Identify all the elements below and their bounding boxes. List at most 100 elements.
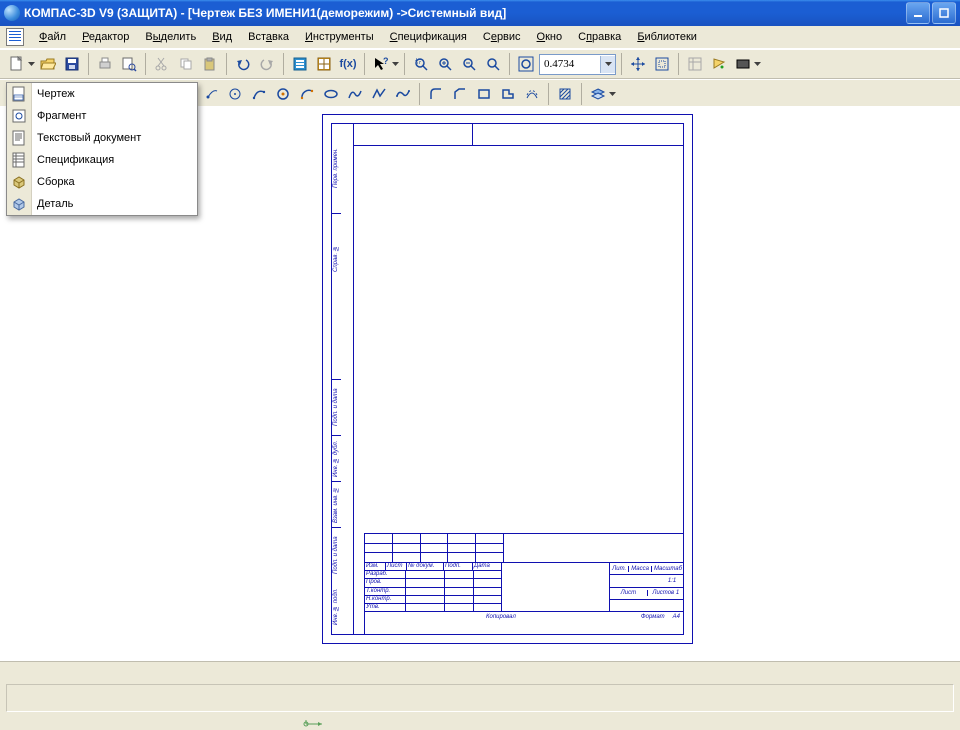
print-button[interactable] bbox=[94, 53, 116, 75]
maximize-button[interactable] bbox=[932, 2, 956, 24]
minimize-button[interactable] bbox=[906, 2, 930, 24]
menu-bar: Файл Редактор Выделить Вид Вставка Инстр… bbox=[0, 26, 960, 49]
sidecell-a: Перв. примен. bbox=[331, 123, 341, 213]
zoom-value-dropdown[interactable] bbox=[600, 56, 615, 73]
zoom-window-button[interactable] bbox=[410, 53, 432, 75]
status-bar bbox=[0, 661, 960, 720]
display-mode-dropdown[interactable] bbox=[754, 53, 761, 75]
menu-window-label: кно bbox=[545, 31, 562, 43]
redraw-button[interactable] bbox=[684, 53, 706, 75]
new-drawing-label: Чертеж bbox=[37, 88, 75, 100]
new-assembly-item[interactable]: Сборка bbox=[7, 171, 197, 193]
new-doc-button[interactable] bbox=[6, 53, 28, 75]
chamfer-tool[interactable] bbox=[449, 83, 471, 105]
manager-button[interactable] bbox=[289, 53, 311, 75]
contour-tool[interactable] bbox=[497, 83, 519, 105]
spec-icon bbox=[11, 152, 27, 168]
spline-tool[interactable] bbox=[344, 83, 366, 105]
cursor-help-dropdown[interactable] bbox=[392, 53, 399, 75]
rectangle-tool[interactable] bbox=[473, 83, 495, 105]
equid-tool[interactable] bbox=[521, 83, 543, 105]
menu-help[interactable]: Справка bbox=[571, 28, 628, 46]
ellipse-tool[interactable] bbox=[320, 83, 342, 105]
sidecell-g: Инв. № подл. bbox=[331, 583, 341, 631]
zoom-prev-button[interactable] bbox=[651, 53, 673, 75]
new-spec-item[interactable]: Спецификация bbox=[7, 149, 197, 171]
svg-text:?: ? bbox=[383, 56, 389, 66]
zoom-value-combo[interactable] bbox=[539, 54, 616, 75]
undo-button[interactable] bbox=[232, 53, 254, 75]
menu-libs[interactable]: Библиотеки bbox=[630, 28, 704, 46]
menu-spec[interactable]: Спецификация bbox=[383, 28, 474, 46]
drawing-sheet: Перв. примен. Справ. № Подп. и дата Инв.… bbox=[322, 114, 693, 644]
paste-button[interactable] bbox=[199, 53, 221, 75]
new-textdoc-item[interactable]: Текстовый документ bbox=[7, 127, 197, 149]
aux-line-tool[interactable] bbox=[224, 83, 246, 105]
menu-view-label: ид bbox=[220, 31, 233, 43]
line-tool[interactable] bbox=[248, 83, 270, 105]
save-button[interactable] bbox=[61, 53, 83, 75]
new-fragment-item[interactable]: Фрагмент bbox=[7, 105, 197, 127]
window-titlebar: КОМПАС-3D V9 (ЗАЩИТА) - [Чертеж БЕЗ ИМЕН… bbox=[0, 0, 960, 26]
print-preview-button[interactable] bbox=[118, 53, 140, 75]
menu-view[interactable]: Вид bbox=[205, 28, 239, 46]
cut-button[interactable] bbox=[151, 53, 173, 75]
new-assembly-label: Сборка bbox=[37, 176, 75, 188]
menu-edit[interactable]: Редактор bbox=[75, 28, 136, 46]
menu-window[interactable]: Окно bbox=[530, 28, 570, 46]
rect-tool[interactable] bbox=[392, 83, 414, 105]
redo-button[interactable] bbox=[256, 53, 278, 75]
menu-spec-label: пецификация bbox=[398, 31, 467, 43]
copy-button[interactable] bbox=[175, 53, 197, 75]
circle-tool[interactable] bbox=[272, 83, 294, 105]
layers-dropdown[interactable] bbox=[609, 83, 616, 105]
new-doc-popup: Чертеж Фрагмент Текстовый документ Специ… bbox=[6, 82, 198, 216]
cursor-help-button[interactable]: ? bbox=[370, 53, 392, 75]
app-icon bbox=[4, 5, 20, 21]
new-part-label: Деталь bbox=[37, 198, 73, 210]
menu-select[interactable]: Выделить bbox=[138, 28, 203, 46]
new-part-item[interactable]: Деталь bbox=[7, 193, 197, 215]
sidecell-c: Подп. и дата bbox=[331, 379, 341, 435]
zoom-fit-button[interactable] bbox=[515, 53, 537, 75]
point-tool[interactable] bbox=[200, 83, 222, 105]
new-fragment-label: Фрагмент bbox=[37, 110, 86, 122]
toolbar-main: f(x) ? bbox=[0, 49, 960, 79]
menu-tools-label: нструменты bbox=[313, 31, 374, 43]
zoom-realtime-button[interactable] bbox=[482, 53, 504, 75]
hatch-tool[interactable] bbox=[554, 83, 576, 105]
new-spec-label: Спецификация bbox=[37, 154, 114, 166]
pan-button[interactable] bbox=[627, 53, 649, 75]
fx-button[interactable]: f(x) bbox=[337, 53, 359, 75]
new-drawing-item[interactable]: Чертеж bbox=[7, 83, 197, 105]
polyline-tool[interactable] bbox=[368, 83, 390, 105]
mdi-doc-icon[interactable] bbox=[6, 28, 24, 46]
part-icon bbox=[11, 196, 27, 212]
variables-button[interactable] bbox=[313, 53, 335, 75]
sidecell-b: Справ. № bbox=[331, 213, 341, 303]
display-mode-button[interactable] bbox=[732, 53, 754, 75]
menu-service[interactable]: Сервис bbox=[476, 28, 528, 46]
fillet-tool[interactable] bbox=[425, 83, 447, 105]
new-textdoc-label: Текстовый документ bbox=[37, 132, 141, 144]
menu-file[interactable]: Файл bbox=[32, 28, 73, 46]
open-button[interactable] bbox=[37, 53, 59, 75]
refresh-button[interactable] bbox=[708, 53, 730, 75]
arc-tool[interactable] bbox=[296, 83, 318, 105]
sidecell-f: Подп. и дата bbox=[331, 527, 341, 583]
menu-help-label: равка bbox=[592, 31, 621, 43]
menu-insert-label: вка bbox=[272, 31, 289, 43]
textdoc-icon bbox=[11, 130, 27, 146]
menu-service-label: рвис bbox=[497, 31, 521, 43]
zoom-in-button[interactable] bbox=[434, 53, 456, 75]
property-panel bbox=[6, 684, 954, 712]
menu-libs-label: иблиотеки bbox=[645, 31, 697, 43]
zoom-out-button[interactable] bbox=[458, 53, 480, 75]
sidecell-e: Взам. инв. № bbox=[331, 481, 341, 527]
menu-insert[interactable]: Вставка bbox=[241, 28, 296, 46]
sidecell-d: Инв. № дубл. bbox=[331, 435, 341, 481]
zoom-value-input[interactable] bbox=[540, 56, 600, 73]
layers-button[interactable] bbox=[587, 83, 609, 105]
menu-tools[interactable]: Инструменты bbox=[298, 28, 381, 46]
new-doc-dropdown[interactable] bbox=[28, 53, 35, 75]
